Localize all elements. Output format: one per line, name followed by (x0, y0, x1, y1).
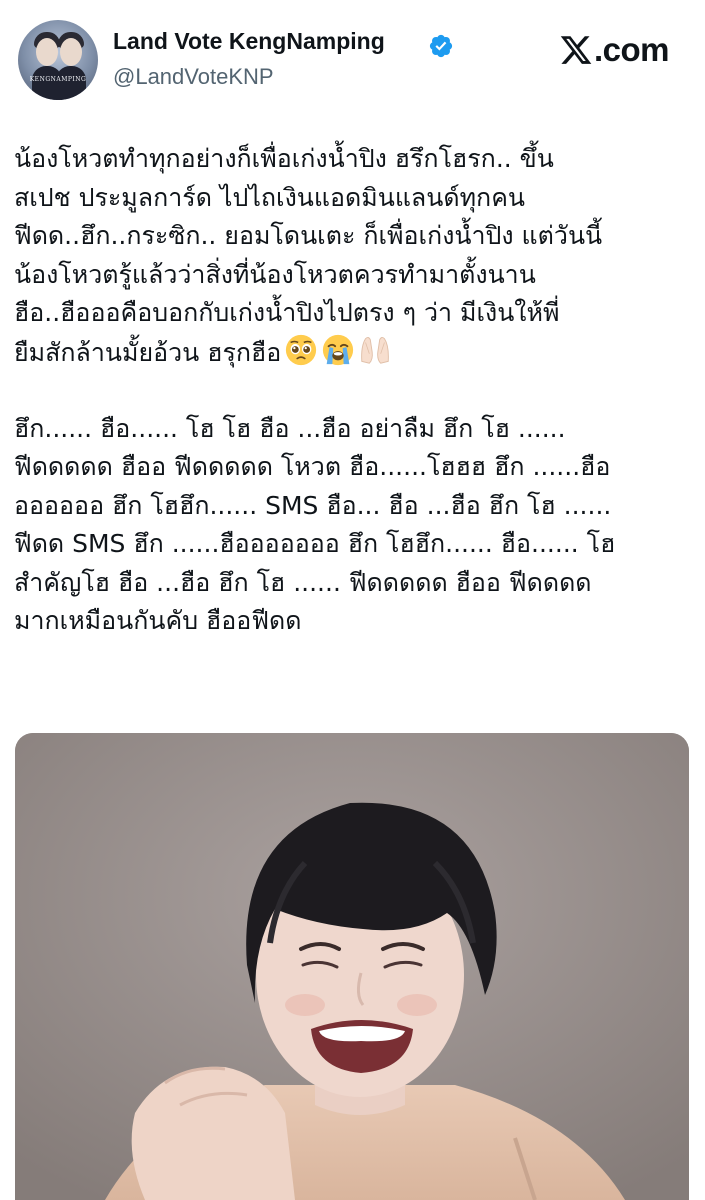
x-logo-icon (560, 36, 592, 64)
tweet-line: น้องโหวตทำทุกอย่างก็เพื่อเก่งน้ำปิง ฮรึก… (14, 144, 554, 173)
crying-person-illustration (15, 733, 689, 1200)
tweet-line: ฮึก...... ฮือ...... โฮ โฮ ฮือ ...ฮือ อย่… (14, 413, 566, 443)
tweet-line: ฟีดดดดด ฮืออ ฟีดดดดด โหวต ฮือ......โฮฮฮ … (14, 452, 611, 481)
user-handle[interactable]: @LandVoteKNP (113, 64, 274, 90)
avatar-face-left (36, 38, 58, 66)
tweet-line-with-emojis: ยืมสักล้านมั้ยอ้วน ฮรุกฮือ (14, 333, 698, 372)
tweet-line: ฟีดด..ฮึก..กระซิก.. ยอมโดนเตะ ก็เพื่อเก่… (14, 221, 603, 250)
tweet-line-text: ยืมสักล้านมั้ยอ้วน ฮรุกฮือ (14, 337, 282, 367)
tweet-line: ออออออ ฮึก โฮฮึก...... SMS ฮือ... ฮือ ..… (14, 490, 612, 520)
site-label: .com (594, 31, 670, 68)
tweet-line: สเปช ประมูลการ์ด ไปไถเงินแอดมินแลนด์ทุกค… (14, 182, 526, 212)
palms-up-together-icon (361, 336, 390, 364)
tweet-header: KENGNAMPING Land Vote KengNamping @LandV… (0, 0, 705, 100)
verified-badge-icon (429, 34, 453, 58)
tweet-text: น้องโหวตทำทุกอย่างก็เพื่อเก่งน้ำปิง ฮรึก… (14, 140, 698, 641)
tweet-line: มากเหมือนกันคับ ฮืออฟีดด (14, 606, 302, 635)
avatar[interactable]: KENGNAMPING (18, 20, 98, 100)
avatar-logo-text: KENGNAMPING (29, 76, 87, 83)
pleading-face-icon (286, 334, 317, 365)
tweet-line: สำคัญโฮ ฮือ ...ฮือ ฮึก โฮ ...... ฟีดดดดด… (14, 567, 592, 597)
tweet-line: ฟีดด SMS ฮึก ......ฮือออออออ ฮึก โฮฮึก..… (14, 529, 616, 558)
x-com-logo[interactable]: .com (559, 28, 670, 72)
avatar-face-right (60, 38, 82, 66)
tweet-line: น้องโหวตรู้แล้วว่าสิ่งที่น้องโหวตควรทำมา… (14, 259, 536, 289)
avatar-body-right (56, 66, 86, 100)
tweet-media-photo[interactable] (15, 733, 689, 1200)
loudly-crying-face-icon (323, 334, 354, 365)
display-name[interactable]: Land Vote KengNamping (113, 28, 385, 55)
tweet-line: ฮือ..ฮือออคือบอกกับเก่งน้ำปิงไปตรง ๆ ว่า… (14, 298, 560, 327)
